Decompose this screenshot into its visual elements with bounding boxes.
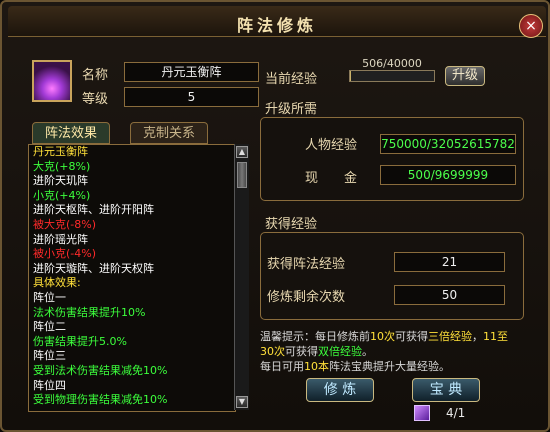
effect-line: 具体效果: bbox=[33, 276, 81, 290]
effect-line: 受到物理伤害结果减免10% bbox=[33, 393, 168, 407]
effect-scrollbar[interactable]: ▲ ▼ bbox=[234, 144, 249, 410]
char-exp-label: 人物经验 bbox=[305, 138, 358, 153]
scroll-down-icon[interactable]: ▼ bbox=[236, 396, 248, 408]
close-button[interactable]: × bbox=[519, 14, 543, 38]
treasure-book-icon bbox=[414, 405, 430, 421]
title-bar[interactable]: 阵法修炼 × bbox=[8, 6, 546, 38]
remaining-label: 修炼剩余次数 bbox=[267, 290, 346, 305]
gain-title: 获得经验 bbox=[265, 217, 318, 232]
effect-line: 进阶瑶光阵 bbox=[33, 232, 88, 246]
cash-field: 500/9699999 bbox=[380, 165, 516, 185]
effect-line: 丹元玉衡阵 bbox=[33, 145, 88, 158]
exp-progress-bar bbox=[349, 70, 435, 82]
exp-text: 506/40000 bbox=[362, 57, 422, 70]
tip-line-3: 每日可用10本阵法宝典提升大量经验。 bbox=[260, 360, 450, 373]
formation-exp-label: 获得阵法经验 bbox=[267, 257, 346, 272]
window-title: 阵法修炼 bbox=[236, 16, 317, 35]
scroll-thumb[interactable] bbox=[237, 162, 247, 188]
tip-line-1: 温馨提示：每日修炼前10次可获得三倍经验，11至 bbox=[260, 330, 508, 343]
upgrade-req-panel bbox=[260, 117, 524, 201]
level-label: 等级 bbox=[82, 92, 109, 107]
train-button[interactable]: 修 炼 bbox=[306, 378, 374, 402]
scroll-up-icon[interactable]: ▲ bbox=[236, 146, 248, 158]
upgrade-button[interactable]: 升级 bbox=[445, 66, 485, 86]
effect-line: 被大克(-8%) bbox=[33, 217, 97, 231]
exp-progress-fill bbox=[350, 71, 352, 81]
level-field: 5 bbox=[124, 87, 259, 107]
treasure-book-button[interactable]: 宝 典 bbox=[412, 378, 480, 402]
effect-line: 阵位二 bbox=[33, 320, 66, 334]
effect-line: 受到法术伤害结果减免10% bbox=[33, 363, 168, 377]
effect-line: 阵位四 bbox=[33, 378, 66, 392]
gain-panel bbox=[260, 232, 524, 320]
formation-exp-field: 21 bbox=[394, 252, 505, 272]
tab-counter-relation[interactable]: 克制关系 bbox=[130, 122, 208, 144]
effect-list: 丹元玉衡阵 大克(+8%) 进阶天玑阵 小克(+4%) 进阶天枢阵、进阶开阳阵 被大克(-… bbox=[28, 144, 236, 412]
effect-line: 小克(+4%) bbox=[33, 188, 91, 202]
book-count: 4/1 bbox=[446, 406, 466, 420]
char-exp-field: 750000/32052615782 bbox=[380, 134, 516, 154]
effect-line: 进阶天璇阵、进阶天权阵 bbox=[33, 261, 154, 275]
effect-line: 法术伤害结果提升10% bbox=[33, 305, 146, 319]
effect-line: 阵位一 bbox=[33, 290, 66, 304]
formation-icon bbox=[32, 60, 72, 102]
upgrade-req-title: 升级所需 bbox=[265, 102, 318, 117]
tab-formation-effect[interactable]: 阵法效果 bbox=[32, 122, 110, 144]
remaining-field: 50 bbox=[394, 285, 505, 305]
effect-line: 伤害结果提升5.0% bbox=[33, 334, 127, 348]
effect-line: 被小克(-4%) bbox=[33, 247, 97, 261]
name-field: 丹元玉衡阵 bbox=[124, 62, 259, 82]
name-label: 名称 bbox=[82, 68, 109, 83]
effect-line: 进阶天枢阵、进阶开阳阵 bbox=[33, 203, 154, 217]
effect-line: 进阶天玑阵 bbox=[33, 174, 88, 188]
exp-label: 当前经验 bbox=[265, 72, 318, 87]
tip-line-2: 30次可获得双倍经验。 bbox=[260, 345, 373, 358]
formation-training-window: 阵法修炼 × 名称 丹元玉衡阵 等级 5 当前经验 506/40000 升级 升… bbox=[0, 0, 550, 432]
effect-line: 大克(+8%) bbox=[33, 159, 91, 173]
effect-line: 阵位三 bbox=[33, 349, 66, 363]
cash-label: 现 金 bbox=[305, 171, 358, 186]
